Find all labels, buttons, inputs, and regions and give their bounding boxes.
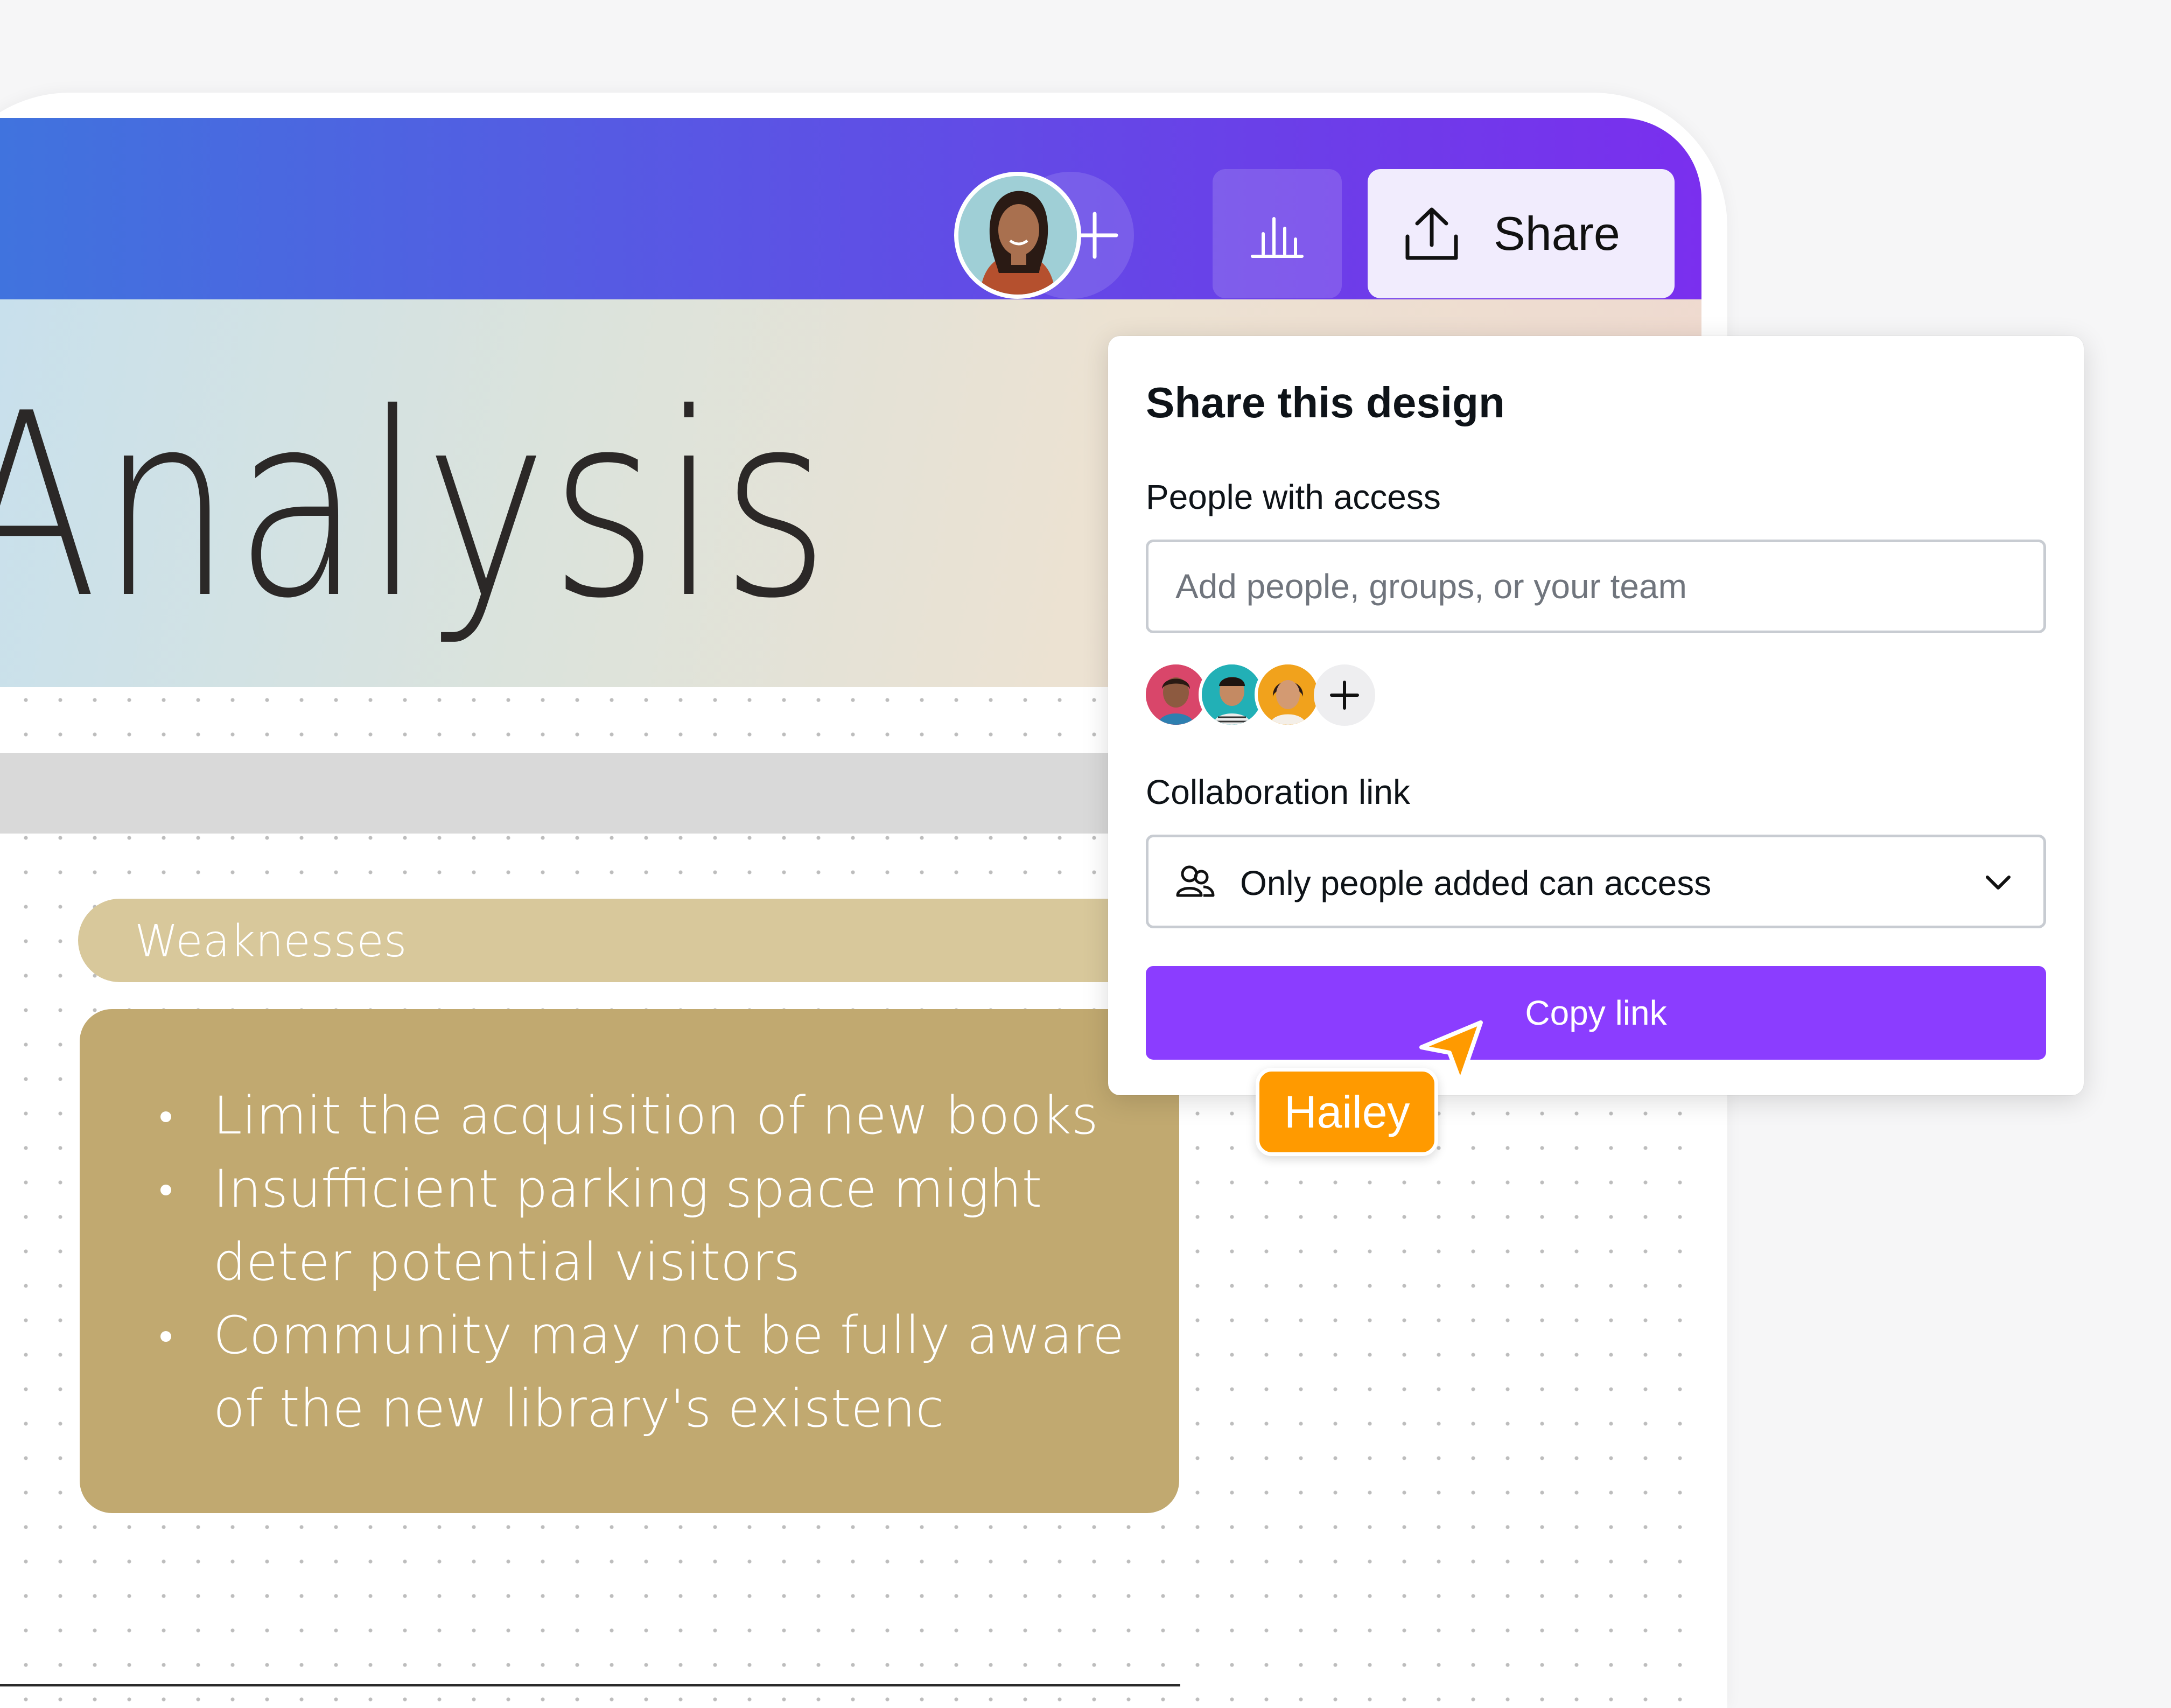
collaborator-name-tag: Hailey	[1256, 1068, 1439, 1156]
user-avatar[interactable]	[954, 172, 1081, 299]
chevron-down-icon	[1986, 876, 2011, 890]
collaborator-avatar[interactable]	[1255, 661, 1321, 728]
upload-icon	[1405, 207, 1458, 260]
avatar-portrait	[1146, 664, 1206, 725]
weaknesses-header-text: Weaknesses	[135, 916, 407, 967]
weaknesses-list: Limit the acquisition of new books Insuf…	[160, 1079, 1155, 1445]
weaknesses-card[interactable]: Limit the acquisition of new books Insuf…	[80, 1009, 1179, 1513]
share-button[interactable]: Share	[1368, 169, 1675, 298]
add-collaborator-avatar-button[interactable]	[1314, 664, 1375, 726]
editor-topbar: Share	[0, 118, 1701, 299]
plus-icon	[1330, 681, 1359, 710]
bottom-divider-line	[0, 1684, 1180, 1686]
weaknesses-header[interactable]: Weaknesses	[78, 899, 1220, 982]
collaboration-link-label: Collaboration link	[1146, 773, 1410, 811]
share-panel: Share this design People with access Add…	[1108, 336, 2084, 1095]
share-panel-title: Share this design	[1146, 379, 1505, 426]
copy-link-label: Copy link	[1525, 993, 1667, 1032]
list-item: Community may not be fully aware of the …	[160, 1299, 1155, 1445]
people-with-access-label: People with access	[1146, 478, 1441, 516]
design-title: T Analysis	[0, 359, 832, 654]
people-icon	[1176, 865, 1215, 897]
add-people-input[interactable]	[1146, 540, 2046, 633]
analytics-button[interactable]	[1213, 169, 1342, 298]
copy-link-button[interactable]: Copy link	[1146, 966, 2046, 1060]
collaborator-name: Hailey	[1284, 1086, 1410, 1137]
avatar-portrait	[1202, 664, 1262, 725]
bar-chart-icon	[1251, 217, 1304, 258]
share-button-label: Share	[1494, 207, 1620, 260]
avatar-portrait	[1258, 664, 1318, 725]
list-item: Limit the acquisition of new books	[160, 1079, 1155, 1152]
list-item: Insufficient parking space might deter p…	[160, 1152, 1155, 1299]
access-level-value: Only people added can access	[1240, 864, 1712, 902]
avatar-portrait	[958, 176, 1077, 295]
access-level-dropdown[interactable]: Only people added can access	[1146, 835, 2046, 928]
